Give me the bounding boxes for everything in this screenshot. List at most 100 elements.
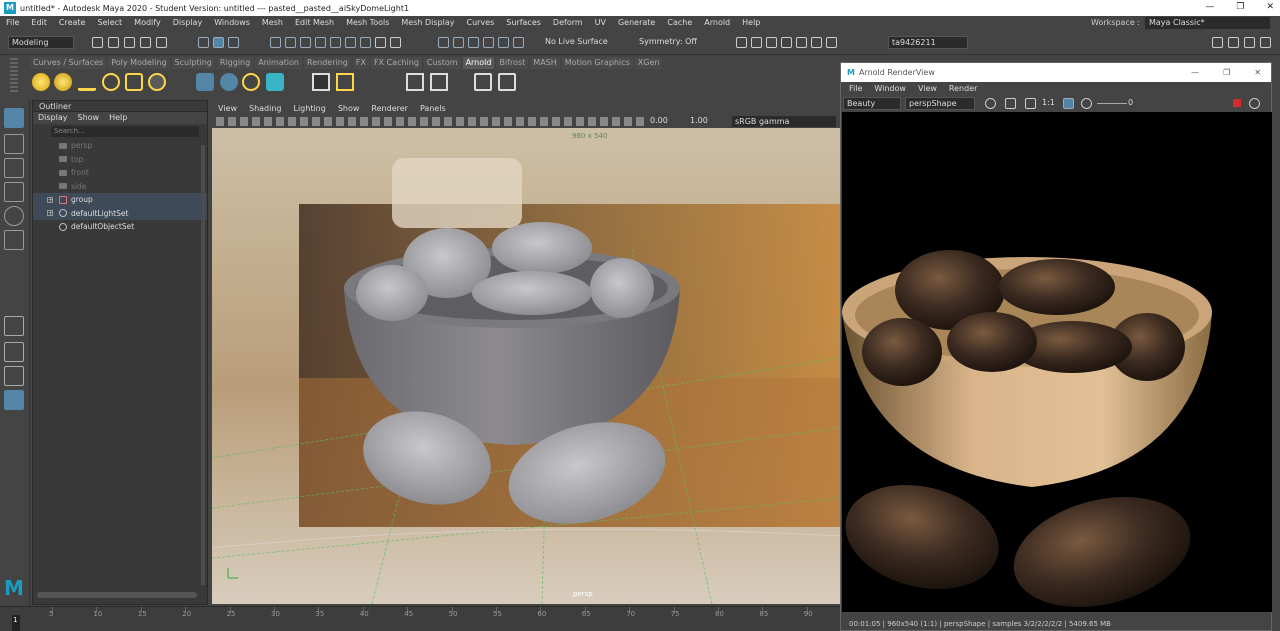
shelf-tab-motion-graphics[interactable]: Motion Graphics [561,57,633,69]
settings-gear-icon[interactable] [1249,98,1260,109]
viewport-menu-panels[interactable]: Panels [420,102,446,115]
move-tool-icon[interactable] [4,182,24,202]
rotate-tool-icon[interactable] [4,206,24,226]
outliner-menu-display[interactable]: Display [38,112,68,124]
crop-region-icon[interactable] [1063,98,1074,109]
select-tool-icon[interactable] [4,108,24,128]
menu-windows[interactable]: Windows [214,18,250,27]
shelf-tab-rigging[interactable]: Rigging [216,57,254,69]
select-object-icon[interactable] [213,37,224,48]
arnold-render-shelf-icon[interactable] [266,73,284,91]
ipr-render-icon[interactable] [766,37,777,48]
shelf-tab-arnold[interactable]: Arnold [462,57,495,69]
shelf-tab-sculpting[interactable]: Sculpting [171,57,215,69]
viewport-icon-strip[interactable] [216,117,646,126]
sculpt-icon[interactable] [513,37,524,48]
render-play-icon[interactable] [498,73,516,91]
menu-edit-mesh[interactable]: Edit Mesh [295,18,334,27]
four-view-icon[interactable] [4,342,24,362]
lasso-tool-icon[interactable] [4,134,24,154]
shelf-tab-mash[interactable]: MASH [530,57,560,69]
flush-caches-icon[interactable] [312,73,330,91]
outliner-item[interactable]: persp [33,139,207,153]
lasso-icon[interactable] [438,37,449,48]
renderview-menu-render[interactable]: Render [949,82,977,95]
shelf-tab-animation[interactable]: Animation [255,57,302,69]
snap-grid-icon[interactable] [270,37,281,48]
gamma-field[interactable]: 1.00 [690,116,708,125]
close-button[interactable]: ✕ [1266,2,1274,12]
minimize-button[interactable]: — [1205,2,1214,12]
materials-icon[interactable] [430,73,448,91]
expand-icon[interactable]: + [47,196,53,203]
render-frame-icon[interactable] [751,37,762,48]
menu-surfaces[interactable]: Surfaces [506,18,541,27]
output-ops-icon[interactable] [483,37,494,48]
exposure-value[interactable]: 0 [1128,98,1133,107]
outliner-search-input[interactable]: Search... [51,126,199,137]
render-view-icon[interactable] [736,37,747,48]
menuset-select[interactable]: Modeling [8,36,74,49]
render-image[interactable] [842,127,1272,612]
menu-create[interactable]: Create [59,18,86,27]
tx-manager-icon[interactable] [406,73,424,91]
shelf-tab-custom[interactable]: Custom [423,57,461,69]
menu-cache[interactable]: Cache [667,18,692,27]
arnold-render-icon[interactable] [811,37,822,48]
menu-display[interactable]: Display [173,18,203,27]
save-scene-icon[interactable] [124,37,135,48]
current-frame-marker[interactable]: 1 [12,615,20,631]
outliner-item[interactable]: + group [33,193,207,207]
contrast-icon[interactable] [1025,98,1036,109]
viewport-menu-shading[interactable]: Shading [249,102,282,115]
exposure-icon[interactable] [1081,98,1092,109]
shelf-tab-rendering[interactable]: Rendering [304,57,351,69]
menu-generate[interactable]: Generate [618,18,655,27]
spot-light-icon[interactable] [78,73,96,91]
pause-icon[interactable] [826,37,837,48]
outliner-hscrollbar[interactable] [37,592,197,598]
skydome-light-icon[interactable] [102,73,120,91]
menu-edit[interactable]: Edit [31,18,47,27]
shelf-tab-poly-modeling[interactable]: Poly Modeling [108,57,170,69]
photometric-light-icon[interactable] [148,73,166,91]
outliner-item[interactable]: defaultObjectSet [33,220,207,234]
exposure-field[interactable]: 0.00 [650,116,668,125]
display-icon[interactable] [1005,98,1016,109]
area-light-icon[interactable] [32,73,50,91]
construction-history-icon[interactable] [498,37,509,48]
menu-uv[interactable]: UV [595,18,606,27]
menu-curves[interactable]: Curves [466,18,494,27]
snap-curve-icon[interactable] [285,37,296,48]
aov-select[interactable]: Beauty [843,97,901,110]
outliner-vscrollbar[interactable] [201,145,205,585]
snap-edge-icon[interactable] [360,37,371,48]
lock-icon[interactable] [375,37,386,48]
modeling-toolkit-icon[interactable] [1212,37,1223,48]
select-hierarchy-icon[interactable] [198,37,209,48]
workspace-select[interactable]: Maya Classic* [1145,17,1270,29]
menu-modify[interactable]: Modify [134,18,161,27]
expand-icon[interactable]: + [47,210,53,217]
outliner-item[interactable]: front [33,166,207,180]
shelf-tab-fx-caching[interactable]: FX Caching [370,57,422,69]
undo-icon[interactable] [140,37,151,48]
light-manager-icon[interactable] [336,73,354,91]
hypershade-icon[interactable] [796,37,807,48]
history-icon[interactable] [390,37,401,48]
viewport-menu-view[interactable]: View [218,102,237,115]
snap-vertex-icon[interactable] [345,37,356,48]
volume-icon[interactable] [242,73,260,91]
renderview-menu-window[interactable]: Window [874,82,906,95]
user-account[interactable]: ta9426211 [888,36,968,49]
camera-select[interactable]: perspShape [905,97,975,110]
shelf-tab-fx[interactable]: FX [352,57,369,69]
scale-tool-icon[interactable] [4,230,24,250]
input-ops-icon[interactable] [468,37,479,48]
zoom-ratio[interactable]: 1:1 [1042,98,1055,107]
outliner-menu-show[interactable]: Show [78,112,100,124]
shelf-tab-bifrost[interactable]: Bifrost [496,57,529,69]
render-settings-icon[interactable] [781,37,792,48]
snap-surface-icon[interactable] [330,37,341,48]
menu-mesh[interactable]: Mesh [262,18,283,27]
